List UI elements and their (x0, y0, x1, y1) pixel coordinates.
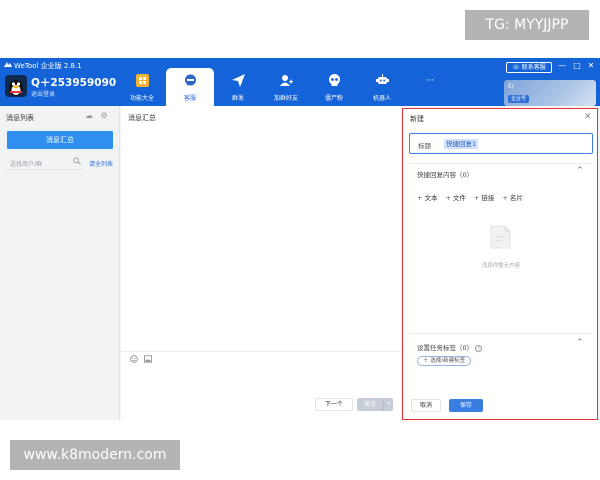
contact-support-button[interactable]: ☏ 联系客服 (506, 62, 552, 73)
penguin-avatar-icon (5, 75, 27, 97)
plus-icon: + (417, 194, 423, 202)
tg-watermark: TG: MYYJJPP (465, 10, 589, 40)
plus-icon: + (502, 194, 508, 202)
gear-icon[interactable]: ⚙ (101, 111, 108, 120)
paper-plane-icon (232, 74, 245, 87)
new-panel-title: 新建 (410, 115, 424, 123)
task-tag-section: 设置任务标签（0）? ⌃ ＋ 选择/新建标签 (409, 333, 593, 389)
image-icon[interactable] (144, 355, 152, 363)
task-tag-label: 设置任务标签（0） (417, 344, 474, 352)
empty-content-text: 消息你暂无内容 (481, 263, 521, 269)
plus-icon: + (473, 194, 480, 202)
skull-icon (329, 74, 340, 86)
title-label: 标题 (418, 142, 431, 150)
add-file-label: 文件 (452, 194, 466, 202)
nav-item-customer-service[interactable]: 客服 (166, 68, 214, 106)
send-options-chevron-icon[interactable]: ▾ (383, 398, 393, 411)
top-bar: WeTool 企业版 2.8.1 Q＋253959090 退出登录 功能大全 客… (0, 58, 600, 106)
help-icon[interactable]: ? (475, 344, 483, 352)
profile-name: E/ (508, 83, 514, 90)
new-quick-reply-panel: 新建 ✕ 标题 快捷回复1 快捷回复内容（0） ⌃ + 文本 + 文件 + 链接 + 名… (402, 108, 598, 420)
editor-divider (121, 351, 401, 352)
nav-label: 群发 (231, 95, 244, 102)
cloud-icon[interactable]: ☁ (85, 111, 93, 120)
nav-label: 僵尸粉 (324, 95, 343, 102)
app-title: WeTool 企业版 2.8.1 (4, 61, 82, 71)
nav-item-robot[interactable]: 机器人 (358, 68, 406, 106)
nav-item-add-friends[interactable]: 加群好友 (262, 68, 310, 106)
contact-support-label: 联系客服 (521, 64, 546, 71)
collapse-chevron-icon[interactable]: ⌃ (576, 166, 584, 176)
collapse-chevron-icon[interactable]: ⌃ (576, 338, 584, 348)
headset-icon: ☏ (512, 64, 520, 71)
message-list-panel: 消息列表 ☁ ⚙ 消息汇总 送找用户/群 请全列表 (0, 106, 120, 420)
enterprise-badge: 企业号 (508, 95, 530, 103)
left-tools: ☁ ⚙ (85, 111, 108, 120)
app-logo-icon (4, 62, 12, 67)
nav-label: 加群好友 (273, 95, 298, 102)
nav-label: 机器人 (372, 95, 391, 102)
avatar[interactable] (5, 75, 27, 97)
wetool-window: WeTool 企业版 2.8.1 Q＋253959090 退出登录 功能大全 客… (0, 58, 600, 420)
quick-reply-content-title: 快捷回复内容（0） (417, 171, 474, 179)
message-summary-button[interactable]: 消息汇总 (7, 131, 113, 149)
title-input-value[interactable]: 快捷回复1 (444, 139, 479, 149)
profile-card[interactable]: E/ 企业号 (504, 80, 596, 106)
more-icon: ··· (425, 76, 435, 86)
nav-label: 功能大全 (129, 95, 154, 102)
add-text-button[interactable]: + 文本 (417, 192, 437, 202)
page: TG: MYYJJPP WeTool 企业版 2.8.1 Q＋253959090… (0, 0, 600, 480)
save-button[interactable]: 保存 (449, 399, 483, 412)
search-input[interactable]: 送找用户/群 (10, 159, 42, 168)
user-name: Q＋253959090 (31, 77, 117, 89)
add-file-button[interactable]: + 文件 (445, 192, 465, 202)
search-underline (7, 169, 83, 170)
emoji-icon[interactable] (130, 355, 138, 363)
title-field[interactable]: 标题 快捷回复1 (409, 133, 593, 154)
task-tag-title: 设置任务标签（0）? (417, 342, 483, 352)
cancel-button[interactable]: 取消 (411, 399, 441, 412)
quick-reply-content-section: 快捷回复内容（0） ⌃ + 文本 + 文件 + 链接 + 名片 消息你暂无内容 (409, 163, 593, 323)
grid-icon (136, 74, 149, 87)
logout-link[interactable]: 退出登录 (31, 89, 55, 98)
app-title-text: WeTool 企业版 2.8.1 (14, 62, 82, 70)
add-link-label: 链接 (481, 194, 495, 202)
add-text-label: 文本 (424, 194, 438, 202)
site-watermark: www.k8modern.com (10, 440, 180, 470)
add-card-button[interactable]: + 名片 (502, 192, 522, 202)
content-type-bar: + 文本 + 文件 + 链接 + 名片 (417, 192, 531, 202)
nav-item-more[interactable]: ··· (406, 68, 454, 106)
nav-item-broadcast[interactable]: 群发 (214, 68, 262, 106)
conversation-title: 消息汇总 (128, 114, 156, 122)
nav-item-features[interactable]: 功能大全 (118, 68, 166, 106)
close-window-icon[interactable]: ✕ (586, 61, 596, 70)
nav-label: 客服 (183, 95, 196, 102)
chat-bubble-icon (185, 74, 196, 86)
plus-icon: + (445, 194, 451, 202)
search-icon[interactable] (73, 157, 81, 165)
nav-item-zombie-fans[interactable]: 僵尸粉 (310, 68, 358, 106)
conversation-panel: 消息汇总 下一个 发送 ▾ (121, 106, 401, 420)
select-tag-button[interactable]: ＋ 选择/新建标签 (417, 356, 472, 366)
add-user-icon (280, 75, 293, 86)
main-nav: 功能大全 客服 群发 加群好友 僵尸粉 机器人 ··· (118, 68, 454, 106)
next-button[interactable]: 下一个 (315, 398, 353, 411)
empty-document-icon (490, 225, 511, 249)
minimize-icon[interactable]: — (557, 61, 567, 70)
send-button[interactable]: 发送 (357, 398, 383, 411)
message-list-title: 消息列表 (6, 114, 34, 122)
maximize-icon[interactable]: □ (572, 61, 582, 70)
robot-icon (376, 74, 389, 84)
add-card-label: 名片 (509, 194, 523, 202)
all-list-link[interactable]: 请全列表 (89, 159, 113, 168)
close-icon[interactable]: ✕ (584, 112, 592, 122)
add-link-button[interactable]: + 链接 (474, 192, 494, 202)
